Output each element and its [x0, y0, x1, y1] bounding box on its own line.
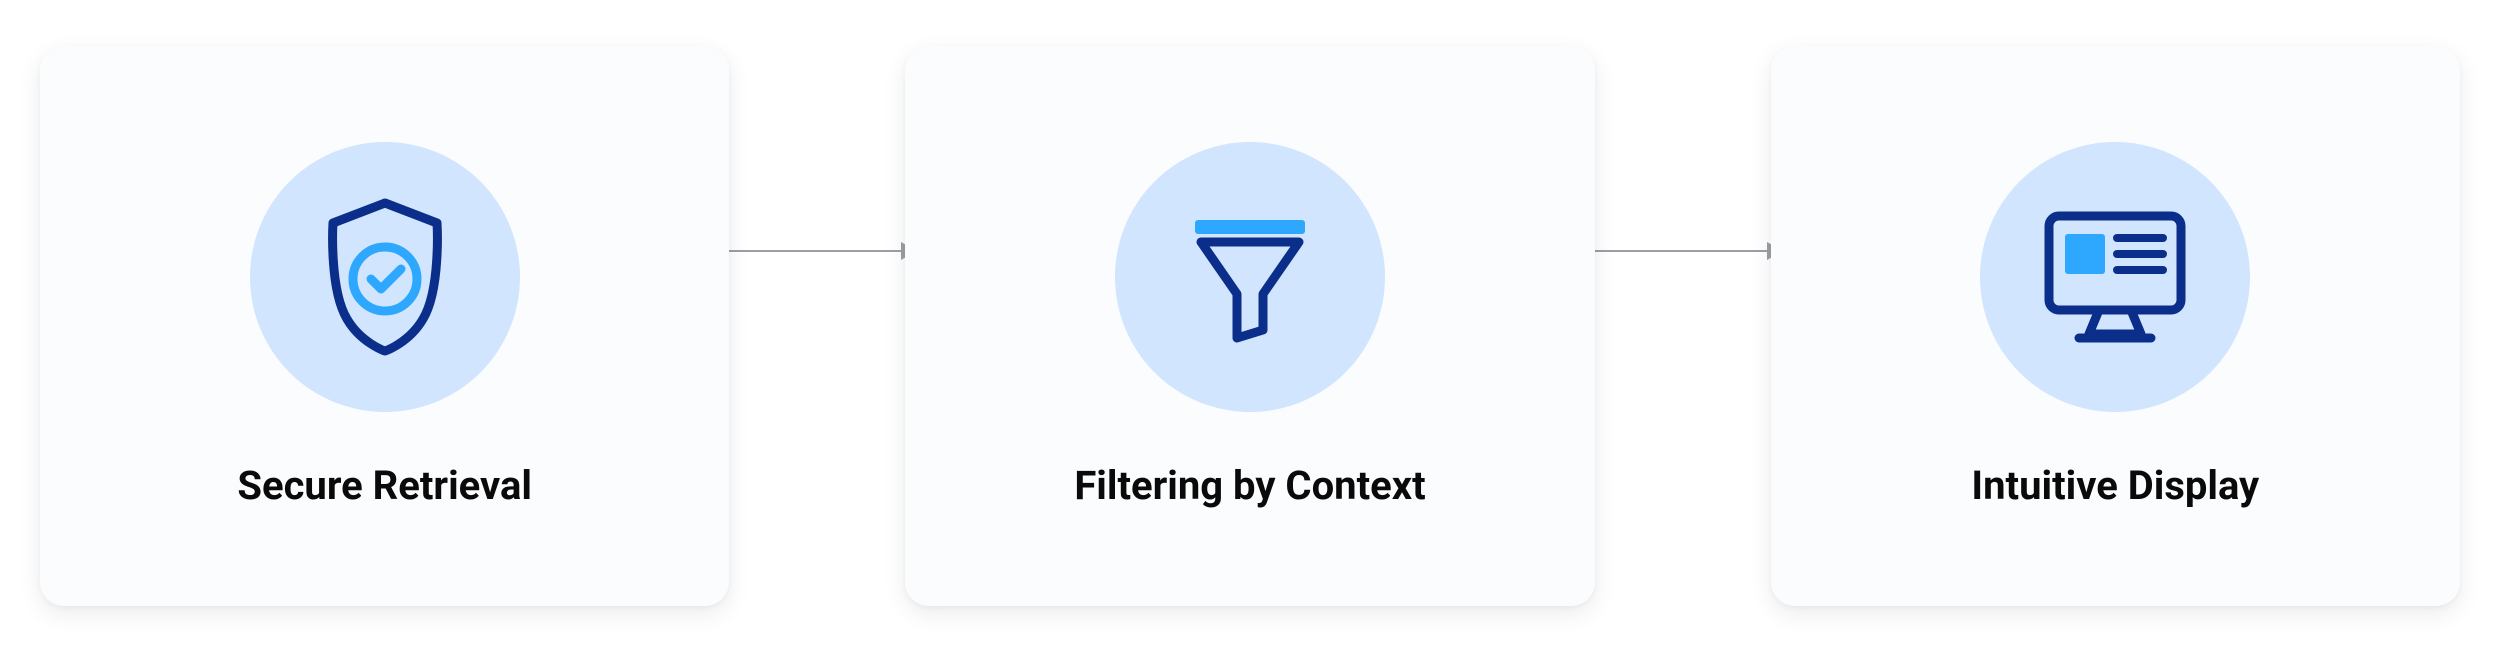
step-card-filtering: Filtering by Context [905, 46, 1594, 606]
shield-check-icon [315, 197, 455, 357]
arrow-connector [717, 246, 917, 256]
step-label: Intuitive Display [1971, 462, 2259, 509]
icon-circle [1980, 142, 2250, 412]
icon-circle [1115, 142, 1385, 412]
funnel-icon [1175, 202, 1325, 352]
icon-circle [250, 142, 520, 412]
process-flow: Secure Retrieval Filtering by Context [0, 0, 2500, 651]
monitor-icon [2035, 202, 2195, 352]
arrow-line [717, 250, 903, 252]
step-label: Secure Retrieval [237, 462, 532, 509]
step-label: Filtering by Context [1074, 462, 1425, 509]
step-card-display: Intuitive Display [1771, 46, 2460, 606]
arrow-connector [1583, 246, 1783, 256]
arrow-line [1583, 250, 1769, 252]
step-card-secure-retrieval: Secure Retrieval [40, 46, 729, 606]
